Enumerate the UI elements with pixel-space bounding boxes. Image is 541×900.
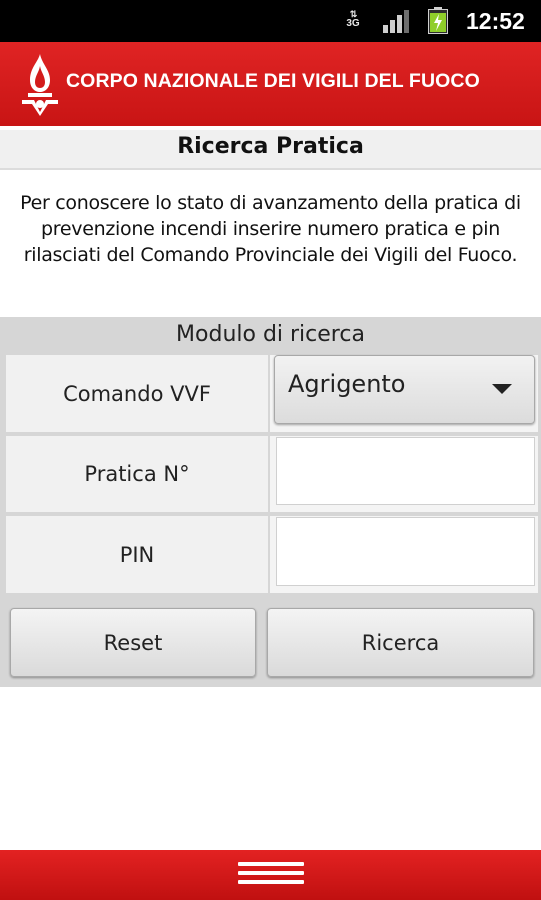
- status-time: 12:52: [466, 8, 525, 34]
- status-bar: ⇅ 3G 12:52: [0, 0, 541, 42]
- pratica-input[interactable]: [276, 437, 535, 505]
- pin-label: PIN: [6, 516, 268, 593]
- comando-label: Comando VVF: [6, 355, 268, 432]
- organization-name: CORPO NAZIONALE DEI VIGILI DEL FUOCO: [66, 70, 480, 92]
- battery-charging-icon: [428, 7, 448, 34]
- form-title: Modulo di ricerca: [176, 322, 365, 347]
- search-form: Modulo di ricerca Comando VVF Agrigento …: [0, 317, 541, 687]
- comando-select[interactable]: Agrigento: [274, 355, 535, 424]
- reset-button[interactable]: Reset: [10, 608, 256, 677]
- bottom-bar: [0, 850, 541, 900]
- app-header: CORPO NAZIONALE DEI VIGILI DEL FUOCO: [0, 42, 541, 126]
- page-title-bar: Ricerca Pratica: [0, 126, 541, 170]
- page-title: Ricerca Pratica: [177, 134, 364, 159]
- signal-icon: [383, 10, 409, 33]
- search-button[interactable]: Ricerca: [267, 608, 534, 677]
- pin-input[interactable]: [276, 517, 535, 586]
- pratica-label: Pratica N°: [6, 436, 268, 512]
- fire-brigade-emblem-icon: [22, 54, 58, 116]
- comando-select-value: Agrigento: [288, 370, 406, 398]
- chevron-down-icon: [492, 384, 512, 394]
- menu-icon[interactable]: [238, 862, 304, 888]
- data-3g-icon: ⇅ 3G: [346, 9, 360, 29]
- intro-text: Per conoscere lo stato di avanzamento de…: [20, 192, 521, 266]
